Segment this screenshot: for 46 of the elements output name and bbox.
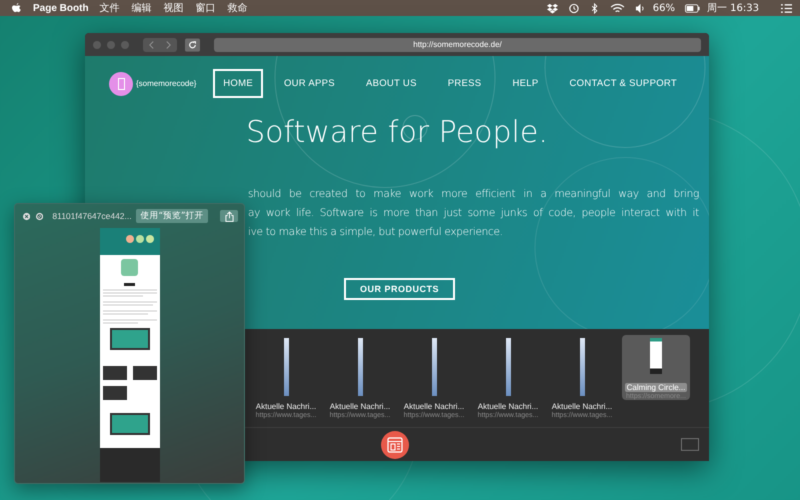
page-thumbnail: [506, 338, 510, 396]
nav-link[interactable]: ABOUT US: [356, 69, 427, 98]
products-button[interactable]: OUR PRODUCTS: [344, 278, 456, 300]
paragraph-line: ive to make this a simple, but powerful experience.: [248, 225, 504, 240]
open-with-preview-button[interactable]: 使用“预览”打开: [136, 209, 208, 223]
page-thumbnail: [284, 338, 288, 396]
nav-link[interactable]: HOME: [213, 69, 263, 98]
dropbox-icon[interactable]: [546, 2, 558, 14]
battery-icon[interactable]: [685, 2, 700, 14]
headline: Software for People.: [245, 115, 549, 150]
address-bar[interactable]: http://somemorecode.de/: [214, 38, 701, 52]
apple-icon[interactable]: [12, 2, 21, 14]
volume-icon[interactable]: [634, 2, 646, 14]
site-logo-text[interactable]: {somemorecode}: [136, 79, 196, 88]
nav-link[interactable]: PRESS: [438, 69, 492, 98]
paragraph-line: ay work life. Software is more than just some junks of code, people interact with it: [248, 206, 699, 221]
reload-icon[interactable]: [185, 38, 200, 52]
window-control-dot[interactable]: [93, 40, 101, 48]
clock-history-icon[interactable]: [568, 2, 579, 14]
menu-item[interactable]: 窗口: [196, 1, 216, 15]
window-control-dot[interactable]: [107, 40, 115, 48]
page-thumbnail: [650, 338, 662, 374]
file-name: 81101f47647ce442...: [52, 211, 132, 221]
menu-item[interactable]: 编辑: [132, 1, 152, 15]
window-icon[interactable]: [681, 438, 699, 451]
page-thumbnail: [432, 338, 436, 396]
page-layout-icon: [387, 436, 403, 452]
logo-icon[interactable]: [109, 72, 133, 96]
page-thumbnail: [580, 338, 584, 396]
close-icon[interactable]: [23, 212, 30, 220]
menu-item[interactable]: 视图: [164, 1, 184, 15]
menu-item[interactable]: 文件: [100, 1, 120, 15]
menu-item[interactable]: 救命: [228, 1, 248, 15]
menu-clock[interactable]: 周一 16:33: [707, 1, 759, 15]
prohibit-icon[interactable]: [36, 212, 44, 220]
list-icon[interactable]: [781, 2, 792, 14]
battery-percentage: 66%: [652, 2, 675, 14]
share-button[interactable]: [220, 210, 238, 222]
wifi-icon[interactable]: [610, 2, 625, 14]
nav-link[interactable]: OUR APPS: [274, 69, 345, 98]
paragraph-line: should be created to make work more efficient in a meaningful way and bring: [248, 187, 699, 202]
app-menu[interactable]: Page Booth: [33, 2, 89, 14]
page-thumbnail: [358, 338, 362, 396]
window-control-dot[interactable]: [121, 40, 129, 48]
nav-link[interactable]: HELP: [502, 69, 548, 98]
capture-button[interactable]: [381, 430, 409, 458]
